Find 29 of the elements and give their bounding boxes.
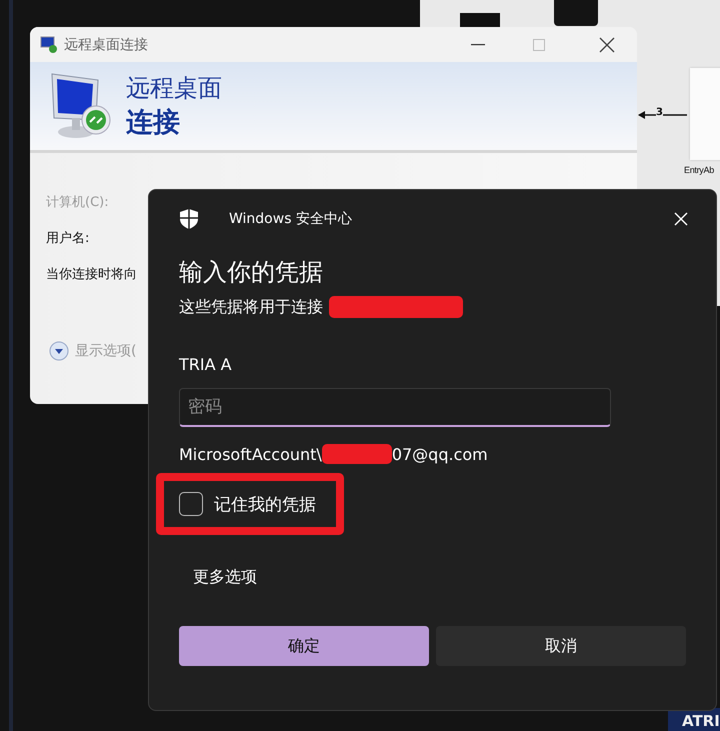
more-options-link[interactable]: 更多选项 — [193, 567, 257, 588]
info-text: 当你连接时将向 — [46, 266, 137, 283]
field-label: 用户名: — [46, 230, 90, 247]
arrow-icon — [637, 108, 689, 122]
node-label: EntryAb — [684, 165, 714, 175]
account-suffix: 07@qq.com — [392, 444, 488, 464]
user-name: TRIA A — [179, 355, 232, 374]
checkbox[interactable] — [179, 492, 203, 516]
thumbnail — [460, 13, 500, 27]
subtitle-text: 这些凭据将用于连接 — [179, 296, 323, 318]
edge-label: 3 — [656, 107, 663, 118]
redaction-mark — [322, 444, 392, 464]
banner-title: 连接 — [126, 106, 181, 140]
checkbox-label[interactable]: 记住我的凭据 — [214, 492, 316, 516]
cancel-button[interactable]: 取消 — [436, 626, 686, 666]
window-title: 远程桌面连接 — [64, 36, 148, 54]
dialog-heading: 输入你的凭据 — [179, 257, 323, 288]
field-label: 计算机(C): — [46, 194, 109, 211]
expand-icon[interactable] — [49, 341, 69, 361]
ok-button[interactable]: 确定 — [179, 626, 429, 666]
minimize-button[interactable] — [471, 44, 485, 46]
thumbnail — [554, 0, 598, 26]
monitor-icon — [40, 36, 58, 54]
close-icon[interactable] — [599, 36, 615, 52]
app-name: Windows 安全中心 — [229, 210, 352, 228]
password-field[interactable]: 密码 — [179, 388, 611, 427]
banner-title: 远程桌面 — [126, 73, 222, 104]
shield-icon — [179, 208, 199, 230]
account-prefix: MicrosoftAccount\ — [179, 444, 322, 464]
